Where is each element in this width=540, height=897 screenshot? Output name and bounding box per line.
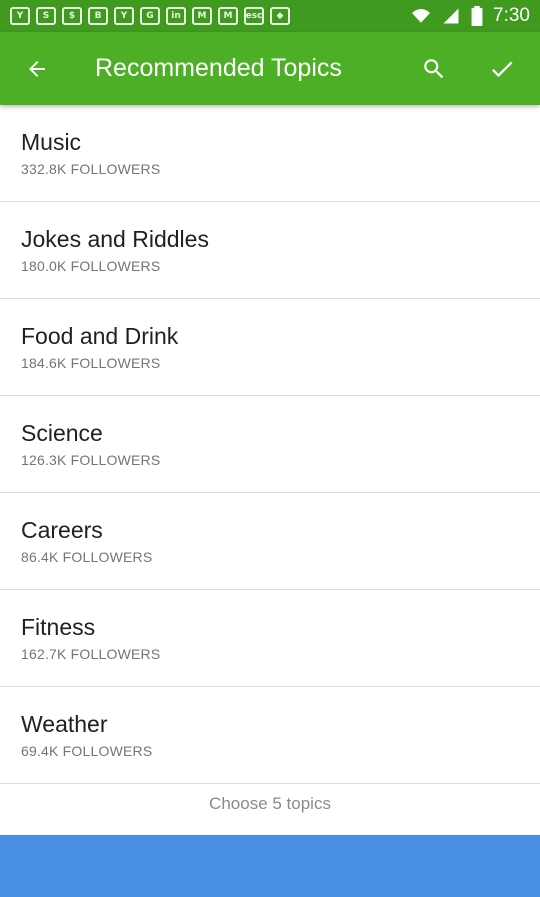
topic-name: Music: [21, 129, 82, 155]
topic-item-weather[interactable]: Weather 69.4K FOLLOWERS: [0, 687, 540, 784]
notification-icon: G: [140, 7, 160, 25]
topic-item-jokes-and-riddles[interactable]: Jokes and Riddles 180.0K FOLLOWERS: [0, 202, 540, 299]
topic-item-science[interactable]: Science 126.3K FOLLOWERS: [0, 396, 540, 493]
topic-followers: 69.4K FOLLOWERS: [21, 743, 153, 759]
topic-name: Careers: [21, 517, 103, 543]
topic-item-music[interactable]: Music 332.8K FOLLOWERS: [0, 105, 540, 202]
notification-icon: M: [218, 7, 238, 25]
topic-item-fitness[interactable]: Fitness 162.7K FOLLOWERS: [0, 590, 540, 687]
clock: 7:30: [493, 5, 530, 26]
notification-icon: in: [166, 7, 186, 25]
done-button[interactable]: [474, 41, 530, 97]
notification-icons: Y S $ B Y G in M M esc ◆: [10, 7, 290, 25]
status-right: 7:30: [411, 5, 530, 27]
topic-item-food-and-drink[interactable]: Food and Drink 184.6K FOLLOWERS: [0, 299, 540, 396]
check-icon: [491, 61, 513, 77]
signal-icon: [443, 8, 459, 24]
search-icon: [424, 58, 444, 78]
notification-icon: Y: [114, 7, 134, 25]
notification-icon: B: [88, 7, 108, 25]
search-button[interactable]: [406, 41, 462, 97]
battery-icon: [471, 6, 483, 26]
topic-name: Food and Drink: [21, 323, 179, 349]
wifi-icon: [412, 9, 431, 23]
topic-item-careers[interactable]: Careers 86.4K FOLLOWERS: [0, 493, 540, 590]
notification-icon: esc: [244, 7, 264, 25]
topic-followers: 162.7K FOLLOWERS: [21, 646, 161, 662]
notification-icon: M: [192, 7, 212, 25]
topic-followers: 86.4K FOLLOWERS: [21, 549, 153, 565]
back-button[interactable]: [9, 41, 65, 97]
topic-name: Jokes and Riddles: [21, 226, 209, 252]
page-title: Recommended Topics: [95, 54, 342, 82]
topic-name: Weather: [21, 711, 108, 737]
choose-topics-hint: Choose 5 topics: [209, 794, 331, 813]
topic-list: Music 332.8K FOLLOWERS Jokes and Riddles…: [0, 105, 540, 784]
notification-icon: $: [62, 7, 82, 25]
topic-followers: 180.0K FOLLOWERS: [21, 258, 161, 274]
topic-followers: 332.8K FOLLOWERS: [21, 161, 161, 177]
topic-name: Science: [21, 420, 103, 446]
status-bar: Y S $ B Y G in M M esc ◆ 7:30: [0, 0, 540, 32]
bottom-bar: [0, 835, 540, 897]
arrow-back-icon: [29, 60, 45, 77]
topic-followers: 184.6K FOLLOWERS: [21, 355, 161, 371]
notification-icon: S: [36, 7, 56, 25]
notification-icon: ◆: [270, 7, 290, 25]
app-bar: Recommended Topics: [0, 32, 540, 105]
topic-name: Fitness: [21, 614, 96, 640]
topic-followers: 126.3K FOLLOWERS: [21, 452, 161, 468]
notification-icon: Y: [10, 7, 30, 25]
